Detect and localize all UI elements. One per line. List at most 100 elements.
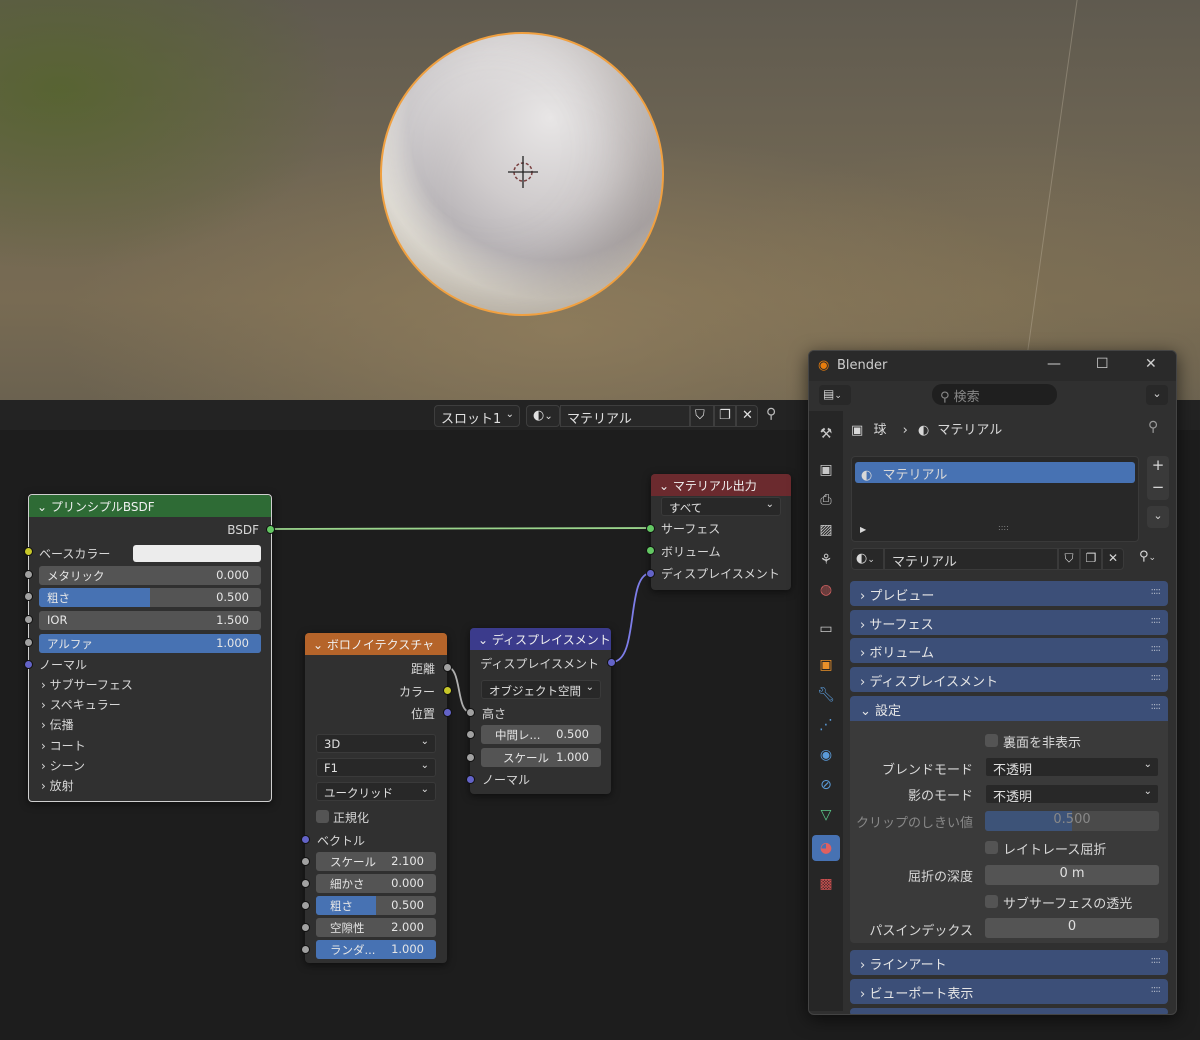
properties-window[interactable]: ◉ Blender — ☐ ✕ ▤⌄ ⚲ 検索 ⌄ ⚒ ▣ ⎙ ▨ ⚘ ◍ ▭ … bbox=[808, 350, 1177, 1015]
position-output-socket[interactable] bbox=[443, 708, 452, 717]
displacement-node[interactable]: ⌄ ディスプレイスメント ディスプレイスメント オブジェクト空間 ⌄ 高さ 中間レ… bbox=[470, 628, 611, 794]
minimize-icon[interactable]: — bbox=[1047, 356, 1061, 372]
base-color-swatch[interactable] bbox=[133, 545, 261, 562]
particles-tab-icon[interactable]: ⋰ bbox=[815, 714, 837, 736]
constraints-tab-icon[interactable]: ⊘ bbox=[815, 774, 837, 796]
panel-viewport-display[interactable]: › ビューポート表示:::: bbox=[850, 979, 1168, 1004]
collection-tab-icon[interactable]: ▭ bbox=[815, 618, 837, 640]
panel-settings[interactable]: ⌄ 設定:::: bbox=[850, 696, 1168, 721]
normalize-checkbox[interactable] bbox=[316, 810, 329, 823]
output-tab-icon[interactable]: ⎙ bbox=[815, 489, 837, 511]
shadow-mode-dropdown[interactable]: 不透明 ⌄ bbox=[985, 784, 1159, 805]
options-dropdown[interactable]: ⌄ bbox=[1146, 385, 1168, 405]
expand-triangle-icon[interactable]: ▶ bbox=[860, 525, 866, 534]
roughness-field[interactable]: 粗さ 0.500 bbox=[316, 896, 436, 915]
alpha-socket[interactable] bbox=[24, 638, 33, 647]
texture-tab-icon[interactable]: ▩ bbox=[815, 873, 837, 895]
emission-panel[interactable]: › 放射 bbox=[41, 777, 74, 794]
volume-socket[interactable] bbox=[646, 546, 655, 555]
voronoi-texture-node[interactable]: ⌄ ボロノイテクスチャ 距離 カラー 位置 3D ⌄ F1 ⌄ ユークリッド ⌄ 正規… bbox=[305, 633, 447, 963]
metallic-field[interactable]: メタリック 0.000 bbox=[39, 566, 261, 585]
blend-mode-dropdown[interactable]: 不透明 ⌄ bbox=[985, 757, 1159, 778]
drag-grip-icon[interactable]: :::: bbox=[1151, 615, 1162, 626]
browse-link-button[interactable]: ⚲⌄ bbox=[1139, 549, 1156, 564]
close-icon[interactable]: ✕ bbox=[1145, 356, 1157, 372]
drag-grip-icon[interactable]: :::: bbox=[1151, 955, 1162, 966]
material-browse-button[interactable]: ◐⌄ bbox=[851, 548, 884, 570]
physics-tab-icon[interactable]: ◉ bbox=[815, 744, 837, 766]
roughness-socket[interactable] bbox=[24, 592, 33, 601]
detail-socket[interactable] bbox=[301, 879, 310, 888]
height-socket[interactable] bbox=[466, 708, 475, 717]
window-titlebar[interactable]: ◉ Blender — ☐ ✕ bbox=[809, 351, 1176, 381]
space-dropdown[interactable]: オブジェクト空間 ⌄ bbox=[481, 680, 601, 699]
lacunarity-socket[interactable] bbox=[301, 923, 310, 932]
sheen-panel[interactable]: › シーン bbox=[41, 757, 85, 774]
material-slot-list[interactable]: ◐ マテリアル ▶ :::: bbox=[851, 456, 1139, 542]
panel-lineart[interactable]: › ラインアート:::: bbox=[850, 950, 1168, 975]
principled-bsdf-node[interactable]: ⌄ プリンシプルBSDF BSDF ベースカラー メタリック 0.000 粗さ … bbox=[28, 494, 272, 802]
modifier-tab-icon[interactable]: 🔧︎ bbox=[815, 684, 837, 706]
fake-user-button[interactable]: ⛉ bbox=[1058, 548, 1080, 570]
transmission-panel[interactable]: › 伝播 bbox=[41, 716, 74, 733]
color-output-socket[interactable] bbox=[443, 686, 452, 695]
refraction-depth-field[interactable]: 0 m bbox=[985, 865, 1159, 885]
remove-slot-button[interactable]: − bbox=[1147, 478, 1169, 500]
panel-preview[interactable]: › プレビュー:::: bbox=[850, 581, 1168, 606]
roughness-field[interactable]: 粗さ 0.500 bbox=[39, 588, 261, 607]
lacunarity-field[interactable]: 空隙性 2.000 bbox=[316, 918, 436, 937]
scale-field[interactable]: スケール 1.000 bbox=[481, 748, 601, 767]
drag-grip-icon[interactable]: :::: bbox=[1151, 984, 1162, 995]
maximize-icon[interactable]: ☐ bbox=[1096, 356, 1109, 372]
specular-panel[interactable]: › スペキュラー bbox=[41, 696, 121, 713]
dimensions-dropdown[interactable]: 3D ⌄ bbox=[316, 734, 436, 753]
ior-field[interactable]: IOR 1.500 bbox=[39, 611, 261, 630]
base-color-socket[interactable] bbox=[24, 547, 33, 556]
panel-volume[interactable]: › ボリューム:::: bbox=[850, 638, 1168, 663]
scale-socket[interactable] bbox=[301, 857, 310, 866]
world-tab-icon[interactable]: ◍ bbox=[815, 579, 837, 601]
randomness-field[interactable]: ランダ... 1.000 bbox=[316, 940, 436, 959]
distance-output-socket[interactable] bbox=[443, 663, 452, 672]
material-tab-icon[interactable]: ◕ bbox=[812, 835, 840, 861]
displacement-output-socket[interactable] bbox=[607, 658, 616, 667]
drag-grip-icon[interactable]: :::: bbox=[1151, 672, 1162, 683]
surface-socket[interactable] bbox=[646, 524, 655, 533]
tool-tab-icon[interactable]: ⚒ bbox=[815, 423, 837, 445]
node-header[interactable]: ⌄ プリンシプルBSDF bbox=[29, 495, 271, 517]
view-layer-tab-icon[interactable]: ▨ bbox=[815, 519, 837, 541]
unlink-button[interactable]: ✕ bbox=[1102, 548, 1124, 570]
metallic-socket[interactable] bbox=[24, 570, 33, 579]
coat-panel[interactable]: › コート bbox=[41, 737, 86, 754]
panel-surface[interactable]: › サーフェス:::: bbox=[850, 610, 1168, 635]
scale-field[interactable]: スケール 2.100 bbox=[316, 852, 436, 871]
normal-socket[interactable] bbox=[466, 775, 475, 784]
roughness-socket[interactable] bbox=[301, 901, 310, 910]
midlevel-field[interactable]: 中間レ... 0.500 bbox=[481, 725, 601, 744]
backface-culling-checkbox[interactable] bbox=[985, 734, 998, 747]
node-header[interactable]: ⌄ ボロノイテクスチャ bbox=[305, 633, 447, 655]
editor-type-button[interactable]: ▤⌄ bbox=[819, 385, 851, 405]
pass-index-field[interactable]: 0 bbox=[985, 918, 1159, 938]
raytrace-refraction-checkbox[interactable] bbox=[985, 841, 998, 854]
drag-grip-icon[interactable]: :::: bbox=[1151, 701, 1162, 712]
search-input[interactable]: ⚲ 検索 bbox=[932, 384, 1057, 405]
target-dropdown[interactable]: すべて ⌄ bbox=[661, 497, 781, 516]
node-header[interactable]: ⌄ ディスプレイスメント bbox=[470, 628, 611, 650]
displacement-socket[interactable] bbox=[646, 569, 655, 578]
distance-metric-dropdown[interactable]: ユークリッド ⌄ bbox=[316, 782, 436, 801]
ior-socket[interactable] bbox=[24, 615, 33, 624]
randomness-socket[interactable] bbox=[301, 945, 310, 954]
normal-socket[interactable] bbox=[24, 660, 33, 669]
pin-icon[interactable]: ⚲ bbox=[1148, 419, 1158, 435]
slot-specials-button[interactable]: ⌄ bbox=[1147, 506, 1169, 528]
clip-threshold-field[interactable]: 0.500 bbox=[985, 811, 1159, 831]
material-output-node[interactable]: ⌄ マテリアル出力 すべて ⌄ サーフェス ボリューム ディスプレイスメント bbox=[651, 474, 791, 590]
detail-field[interactable]: 細かさ 0.000 bbox=[316, 874, 436, 893]
duplicate-button[interactable]: ❐ bbox=[1080, 548, 1102, 570]
alpha-field[interactable]: アルファ 1.000 bbox=[39, 634, 261, 653]
object-tab-icon[interactable]: ▣ bbox=[815, 654, 837, 676]
slot-item[interactable]: ◐ マテリアル bbox=[855, 462, 1135, 483]
data-tab-icon[interactable]: ▽ bbox=[815, 804, 837, 826]
panel-custom-properties[interactable] bbox=[850, 1008, 1168, 1014]
